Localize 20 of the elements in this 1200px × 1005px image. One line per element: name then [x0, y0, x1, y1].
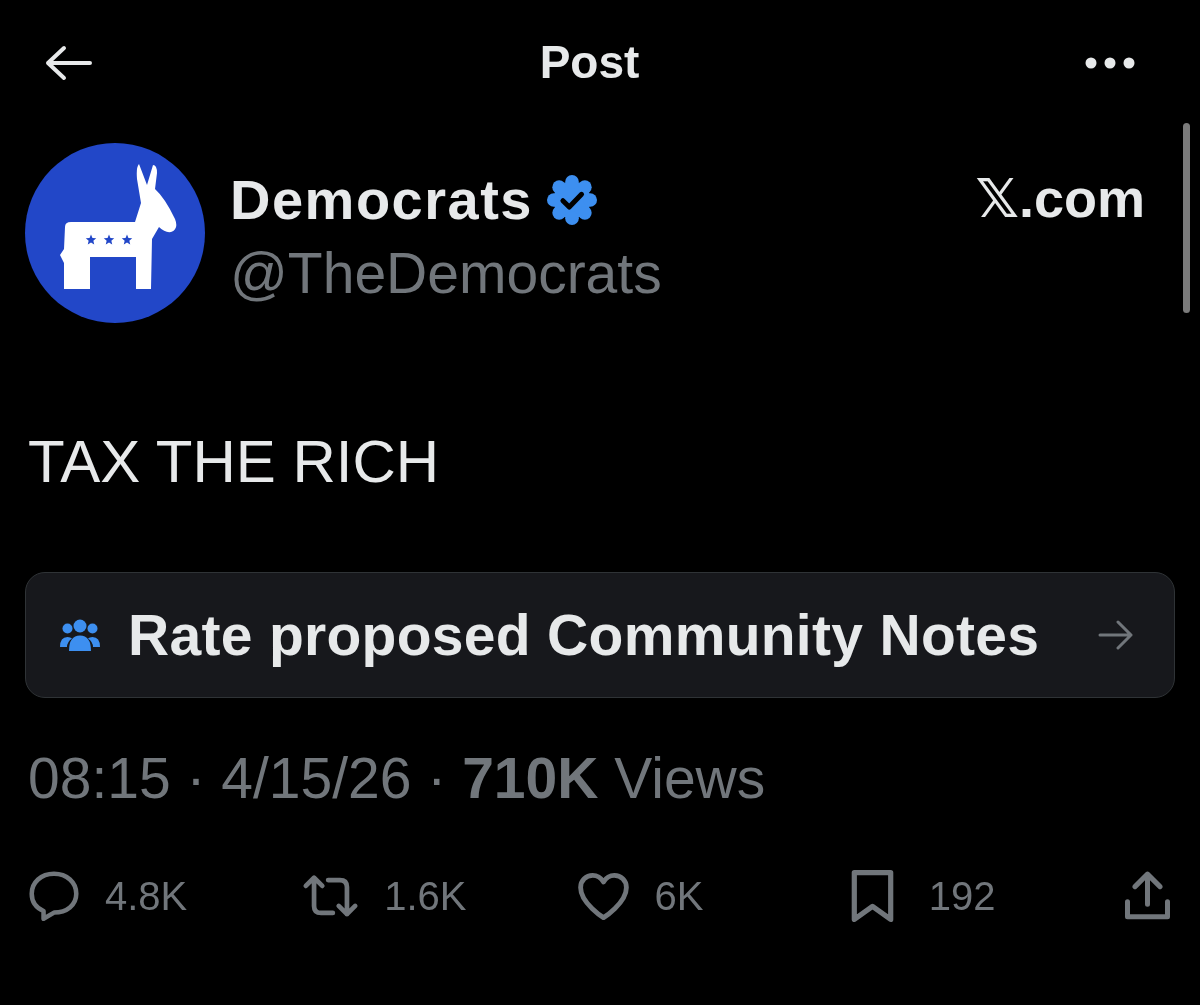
- author-handle[interactable]: @TheDemocrats: [230, 239, 662, 308]
- people-icon: [60, 618, 100, 652]
- post-time-and-views: 08:15 · 4/15/26 · 710K Views: [27, 745, 767, 812]
- reply-button[interactable]: 4.8K: [28, 871, 188, 922]
- back-arrow-icon[interactable]: [44, 44, 92, 81]
- more-options-icon[interactable]: [1085, 56, 1135, 69]
- arrow-right-icon: [1098, 620, 1134, 650]
- page-title: Post: [539, 34, 640, 90]
- like-button[interactable]: 6K: [576, 872, 704, 921]
- donkey-logo-icon[interactable]: [25, 143, 205, 323]
- heart-icon: [576, 872, 630, 920]
- bookmark-icon: [850, 870, 894, 923]
- author-name[interactable]: Democrats: [230, 166, 533, 234]
- community-notes-button[interactable]: Rate proposed Community Notes: [25, 572, 1175, 698]
- bookmark-button[interactable]: 192: [850, 870, 996, 923]
- source-label: 𝕏.com: [975, 167, 1145, 230]
- repost-button[interactable]: 1.6K: [302, 872, 467, 921]
- speech-bubble-icon: [28, 871, 80, 922]
- post-text: TAX THE RICH: [27, 427, 441, 497]
- share-icon[interactable]: [1125, 871, 1170, 922]
